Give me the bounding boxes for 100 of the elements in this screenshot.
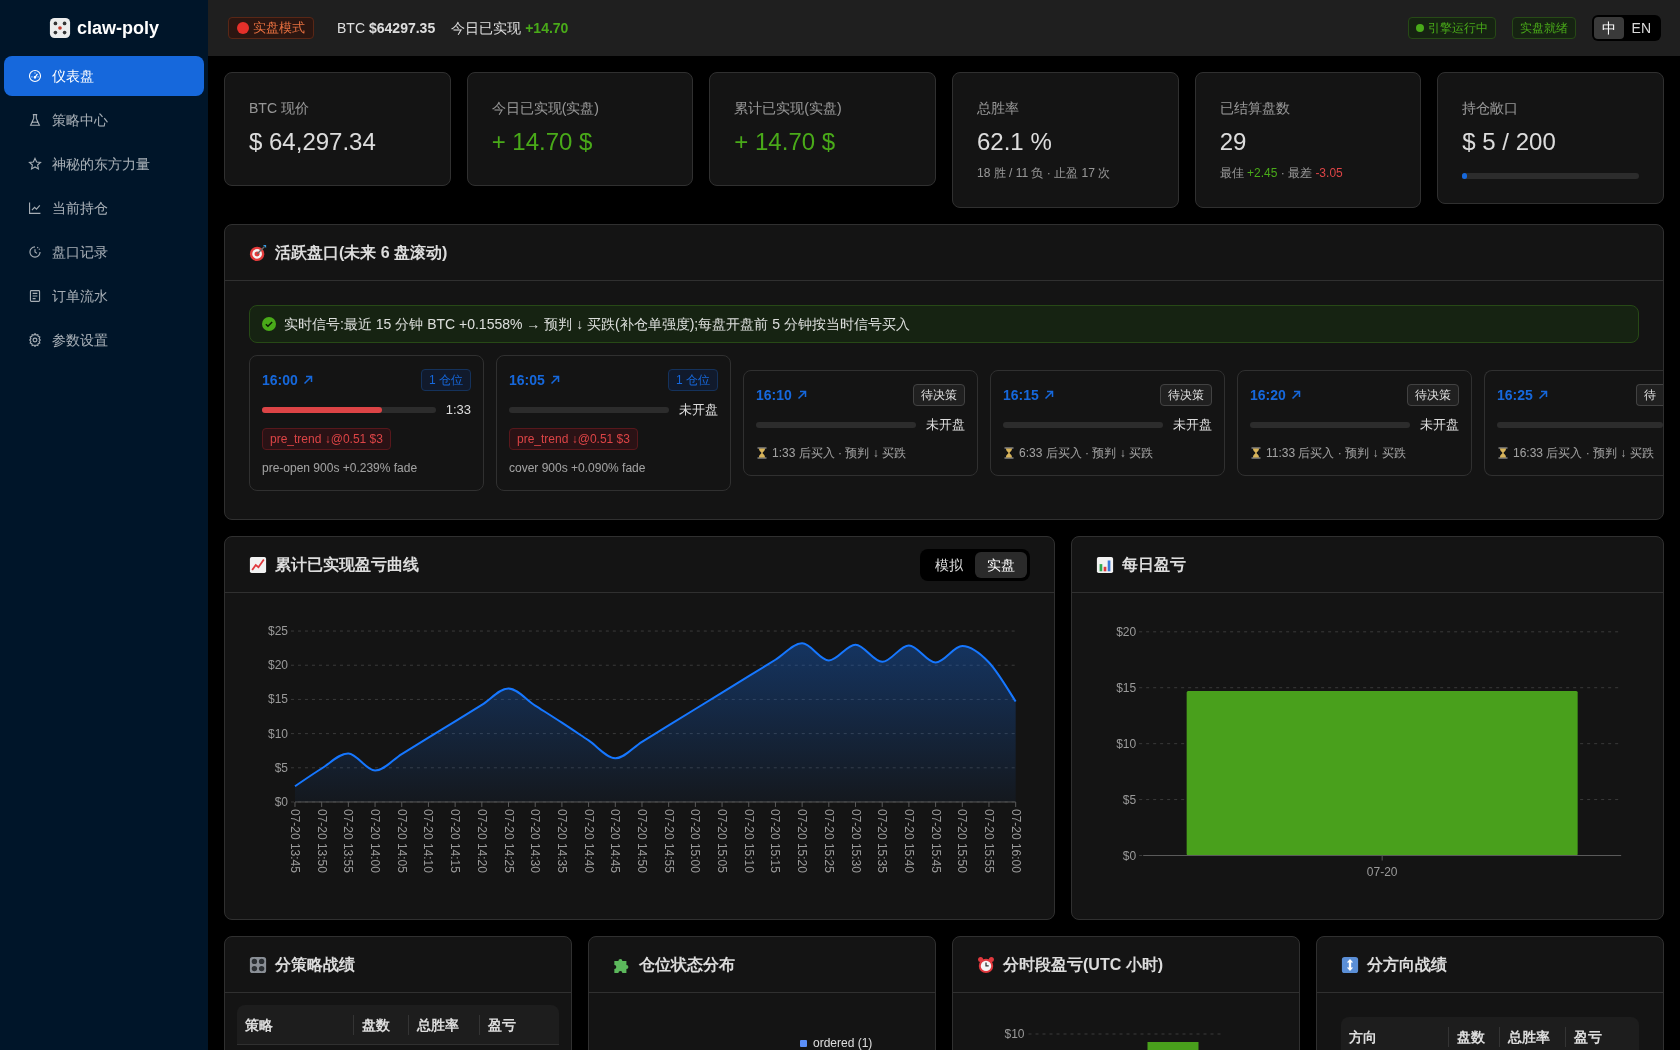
clock-icon xyxy=(28,245,42,259)
line-chart-icon xyxy=(28,201,42,215)
axis-label: $10 xyxy=(1004,1027,1025,1041)
axis-label: 07-20 15:40 xyxy=(901,809,916,873)
hourglass-icon xyxy=(1497,447,1509,459)
axis-label: 07-20 15:05 xyxy=(715,809,730,873)
market-note: 6:33 后买入 · 预判 ↓ 买跌 xyxy=(1019,445,1154,461)
axis-label: $20 xyxy=(1115,624,1136,639)
market-time-link[interactable]: 16:20 xyxy=(1250,385,1302,405)
axis-label: $0 xyxy=(274,795,288,809)
progress-reading: 1:33 xyxy=(445,401,471,420)
axis-label: 07-20 14:25 xyxy=(501,809,516,873)
progress-reading: 未开盘 xyxy=(1173,416,1212,435)
axis-label: $20 xyxy=(267,658,288,673)
axis-label: 07-20 15:20 xyxy=(795,809,810,873)
market-time-link[interactable]: 16:10 xyxy=(756,385,808,405)
axis-label: 07-20 14:55 xyxy=(661,809,676,873)
axis-label: $0 xyxy=(1122,848,1136,863)
market-time-link[interactable]: 16:05 xyxy=(509,370,561,390)
market-note: pre-open 900s +0.239% fade xyxy=(262,460,419,477)
stat-value: 62.1 % xyxy=(977,127,1053,157)
market-time-link[interactable]: 16:15 xyxy=(1003,385,1055,405)
axis-label: $5 xyxy=(1122,792,1136,807)
status-tag: 1 仓位 xyxy=(421,369,471,391)
axis-label: 07-20 15:45 xyxy=(928,809,943,873)
sidebar-item[interactable]: 盘口记录 xyxy=(4,232,204,272)
axis-label: $5 xyxy=(274,760,288,775)
panel-title: 每日盈亏 xyxy=(1121,554,1186,575)
market-note: 1:33 后买入 · 预判 ↓ 买跌 xyxy=(772,445,907,461)
panel-title: 分策略战绩 xyxy=(275,954,355,975)
sidebar-item[interactable]: 当前持仓 xyxy=(4,188,204,228)
status-tag: 待决策 xyxy=(1160,384,1212,406)
diagonal-arrow-icon xyxy=(1289,389,1302,401)
mode-option[interactable]: 模拟 xyxy=(922,551,975,578)
axis-label: 07-20 14:30 xyxy=(528,809,543,873)
gauge-icon xyxy=(28,69,42,83)
today-pnl-value: +14.70 xyxy=(525,19,569,38)
axis-label: 07-20 14:05 xyxy=(394,809,409,873)
legend-label: ordered (1) xyxy=(813,1035,873,1050)
stat-value: 29 xyxy=(1219,127,1248,157)
hourglass-icon xyxy=(1003,447,1015,459)
flask-icon xyxy=(28,113,42,127)
axis-label: $15 xyxy=(1115,680,1136,695)
axis-label: 07-20 13:55 xyxy=(341,809,356,873)
diagonal-arrow-icon xyxy=(1536,389,1549,401)
axis-label: 07-20 14:20 xyxy=(474,809,489,873)
stat-label: 累计已实现(实盘) xyxy=(734,99,843,118)
gear-icon xyxy=(28,333,42,347)
axis-label: 07-20 16:00 xyxy=(1008,809,1023,873)
panel-title: 活跃盘口(未来 6 盘滚动) xyxy=(275,242,448,263)
sidebar-item[interactable]: 订单流水 xyxy=(4,276,204,316)
stat-value: + 14.70 $ xyxy=(491,127,594,157)
axis-label: $15 xyxy=(267,692,288,707)
mode-option[interactable]: 实盘 xyxy=(974,551,1027,578)
axis-label: 07-20 15:55 xyxy=(982,809,996,873)
axis-label: 07-20 14:00 xyxy=(368,809,383,873)
dice-icon xyxy=(49,17,71,39)
status-tag: 待决策 xyxy=(1407,384,1459,406)
column-header: 盈亏 xyxy=(478,1014,559,1035)
stat-label: 持仓敞口 xyxy=(1462,99,1520,118)
axis-label: 07-20 14:50 xyxy=(635,809,649,873)
panel-title: 分方向战绩 xyxy=(1367,954,1447,975)
check-circle-icon xyxy=(262,317,276,331)
stat-detail: 18 胜 / 11 负 · 止盈 17 次 xyxy=(977,165,1112,182)
bar-chart-icon xyxy=(1095,555,1114,574)
column-header: 策略 xyxy=(244,1015,274,1035)
stat-value: + 14.70 $ xyxy=(734,127,837,157)
stat-label: 今日已实现(实盘) xyxy=(491,99,600,118)
market-time-link[interactable]: 16:25 xyxy=(1497,385,1549,405)
control-knobs-icon xyxy=(249,955,267,974)
market-time-link[interactable]: 16:00 xyxy=(262,370,314,390)
column-header: 盘数 xyxy=(1448,1026,1499,1047)
sidebar-item[interactable]: 神秘的东方力量 xyxy=(4,144,204,184)
bar xyxy=(1147,1042,1199,1050)
btc-price: $64297.35 xyxy=(369,19,436,38)
sidebar-item[interactable]: 仪表盘 xyxy=(4,56,204,96)
axis-label: $10 xyxy=(1115,736,1136,751)
app-logo-text: claw-poly xyxy=(77,16,159,40)
column-header: 盘数 xyxy=(352,1014,408,1035)
target-icon xyxy=(249,243,267,262)
language-option[interactable]: 中 xyxy=(1593,17,1624,39)
progress-reading: 未开盘 xyxy=(1420,416,1459,435)
market-note: 11:33 后买入 · 预判 ↓ 买跌 xyxy=(1266,445,1406,461)
sidebar-item[interactable]: 参数设置 xyxy=(4,320,204,360)
stat-value: $ 5 / 200 xyxy=(1462,127,1557,157)
status-dot-icon xyxy=(1415,24,1424,32)
order-tag: pre_trend ↓@0.51 $3 xyxy=(262,428,391,450)
line-chart-icon xyxy=(249,555,267,574)
diagonal-arrow-icon xyxy=(1042,389,1055,401)
status-tag: 1 仓位 xyxy=(668,369,718,391)
sidebar-item[interactable]: 策略中心 xyxy=(4,100,204,140)
status-tag: 待 xyxy=(1636,384,1663,406)
status-text: 引擎运行中 xyxy=(1427,20,1488,36)
market-note: 16:33 后买入 · 预判 ↓ 买跌 xyxy=(1513,445,1654,461)
column-header: 总胜率 xyxy=(407,1014,479,1035)
axis-label: $25 xyxy=(267,624,288,639)
axis-label: 07-20 14:35 xyxy=(554,809,569,873)
language-option[interactable]: EN xyxy=(1623,17,1659,39)
hourglass-icon xyxy=(756,447,768,459)
axis-label: 07-20 14:45 xyxy=(608,809,623,873)
